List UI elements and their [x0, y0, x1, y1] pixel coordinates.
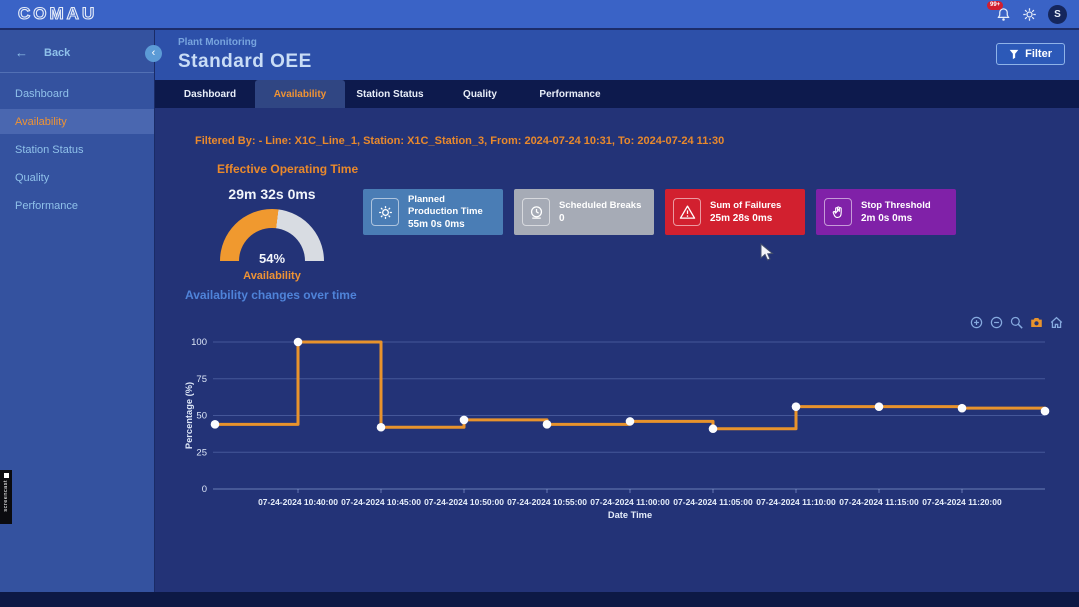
card-value: 2m 0s 0ms — [861, 213, 931, 224]
card-sum-of-failures: Sum of Failures 25m 28s 0ms — [665, 189, 805, 235]
sidebar-item-station-status[interactable]: Station Status — [0, 137, 154, 162]
filtered-by-text: Filtered By: - Line: X1C_Line_1, Station… — [195, 135, 724, 147]
card-title: Scheduled Breaks — [559, 200, 641, 212]
svg-text:100: 100 — [191, 337, 207, 348]
user-avatar[interactable]: S — [1048, 5, 1067, 24]
screen-recorder-label: screencast — [3, 480, 9, 512]
back-arrow-icon: ← — [15, 45, 28, 60]
svg-text:07-24-2024 11:20:00: 07-24-2024 11:20:00 — [922, 497, 1002, 507]
svg-text:07-24-2024 10:50:00: 07-24-2024 10:50:00 — [424, 497, 504, 507]
svg-text:75: 75 — [196, 374, 207, 385]
card-scheduled-breaks: Scheduled Breaks 0 — [514, 189, 654, 235]
kpi-cards: Planned Production Time 55m 0s 0ms Sched… — [363, 189, 956, 235]
main-panel: Filtered By: - Line: X1C_Line_1, Station… — [155, 108, 1079, 592]
notification-badge: 99+ — [987, 1, 1003, 10]
gauge-caption: Availability — [205, 270, 339, 282]
availability-gauge: 29m 32s 0ms 54% Availability — [205, 186, 339, 282]
back-button[interactable]: ← Back — [0, 30, 154, 73]
gauge-value-text: 29m 32s 0ms — [205, 186, 339, 202]
card-value: 25m 28s 0ms — [710, 213, 781, 224]
card-stop-threshold: Stop Threshold 2m 0s 0ms — [816, 189, 956, 235]
effective-operating-time-title: Effective Operating Time — [217, 162, 358, 176]
card-planned-production-time: Planned Production Time 55m 0s 0ms — [363, 189, 503, 235]
sidebar-item-availability[interactable]: Availability — [0, 109, 154, 134]
gauge-percent-label: 54% — [220, 251, 324, 266]
tab-bar: Dashboard Availability Station Status Qu… — [155, 80, 1079, 108]
svg-text:25: 25 — [196, 447, 207, 458]
svg-text:07-24-2024 11:15:00: 07-24-2024 11:15:00 — [839, 497, 919, 507]
card-value: 55m 0s 0ms — [408, 219, 495, 230]
funnel-icon — [1009, 49, 1019, 60]
chart-title: Availability changes over time — [185, 288, 357, 302]
break-clock-icon — [528, 204, 545, 221]
card-title: Sum of Failures — [710, 200, 781, 212]
svg-text:07-24-2024 10:45:00: 07-24-2024 10:45:00 — [341, 497, 421, 507]
sidebar-collapse-button[interactable]: ‹ — [145, 45, 162, 62]
gear-icon[interactable] — [1022, 7, 1037, 22]
gauge-arc: 54% — [220, 209, 324, 261]
top-bar: COMAU 99+ S — [0, 0, 1079, 30]
availability-step-chart[interactable]: 025507510007-24-2024 10:40:0007-24-2024 … — [183, 322, 1073, 527]
svg-text:Percentage (%): Percentage (%) — [184, 382, 194, 449]
comau-logo: COMAU — [18, 4, 97, 24]
mouse-cursor — [760, 243, 774, 263]
svg-text:07-24-2024 10:55:00: 07-24-2024 10:55:00 — [507, 497, 587, 507]
tab-quality[interactable]: Quality — [435, 80, 525, 108]
tab-dashboard[interactable]: Dashboard — [165, 80, 255, 108]
screen-recorder-tab[interactable]: screencast — [0, 470, 12, 524]
svg-text:07-24-2024 11:05:00: 07-24-2024 11:05:00 — [673, 497, 753, 507]
svg-text:07-24-2024 10:40:00: 07-24-2024 10:40:00 — [258, 497, 338, 507]
notifications-button[interactable]: 99+ — [996, 7, 1011, 22]
svg-text:07-24-2024 11:10:00: 07-24-2024 11:10:00 — [756, 497, 836, 507]
hand-icon — [830, 204, 847, 221]
breadcrumb: Plant Monitoring — [178, 37, 257, 48]
warning-triangle-icon — [679, 204, 696, 221]
card-title: Stop Threshold — [861, 200, 931, 212]
card-value: 0 — [559, 213, 641, 224]
svg-text:Date Time: Date Time — [608, 510, 652, 520]
svg-text:50: 50 — [196, 411, 207, 422]
record-dot-icon — [4, 473, 9, 478]
sidebar-item-performance[interactable]: Performance — [0, 193, 154, 218]
sidebar-item-dashboard[interactable]: Dashboard — [0, 81, 154, 106]
page-header: Plant Monitoring Standard OEE Filter — [155, 30, 1079, 80]
filter-button-label: Filter — [1025, 48, 1052, 60]
svg-text:0: 0 — [202, 484, 207, 495]
filter-button[interactable]: Filter — [996, 43, 1065, 65]
sidebar: ← Back Dashboard Availability Station St… — [0, 30, 155, 592]
tab-station-status[interactable]: Station Status — [345, 80, 435, 108]
sidebar-item-quality[interactable]: Quality — [0, 165, 154, 190]
card-title: Planned Production Time — [408, 194, 495, 218]
back-label: Back — [44, 47, 70, 59]
page-title: Standard OEE — [178, 51, 312, 73]
tab-availability[interactable]: Availability — [255, 80, 345, 108]
gear-icon — [377, 204, 394, 221]
tab-performance[interactable]: Performance — [525, 80, 615, 108]
svg-text:07-24-2024 11:00:00: 07-24-2024 11:00:00 — [590, 497, 670, 507]
